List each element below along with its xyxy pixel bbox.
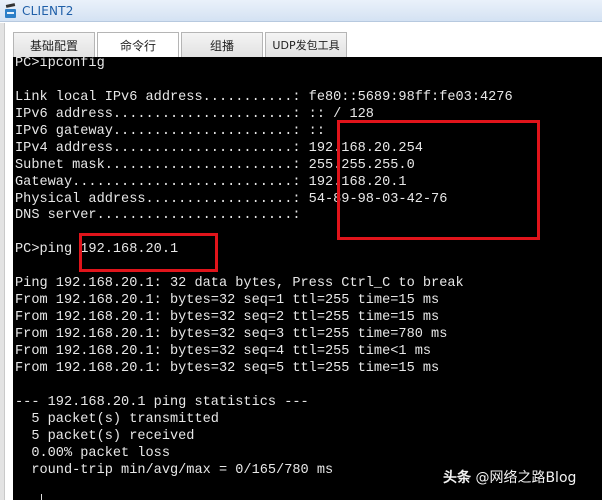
console-cursor <box>41 494 42 500</box>
console-line: PC>ipconfig <box>15 57 105 71</box>
console-line: 5 packet(s) received <box>15 428 195 444</box>
console-line: 0.00% packet loss <box>15 445 170 461</box>
console-line: From 192.168.20.1: bytes=32 seq=3 ttl=25… <box>15 327 448 342</box>
window-left-border <box>0 23 5 500</box>
console-line: From 192.168.20.1: bytes=32 seq=2 ttl=25… <box>15 310 440 326</box>
command-console[interactable]: PC>ipconfig Link local IPv6 address.....… <box>13 57 602 500</box>
watermark: 头条 @网络之路Blog <box>443 467 576 487</box>
console-line: round-trip min/avg/max = 0/165/780 ms <box>15 462 334 478</box>
console-line: From 192.168.20.1: bytes=32 seq=1 ttl=25… <box>15 293 440 309</box>
tab-udp-tool[interactable]: UDP发包工具 <box>265 32 347 57</box>
console-line: --- 192.168.20.1 ping statistics --- <box>15 394 309 410</box>
ping-target-highlight <box>79 233 218 272</box>
ipconfig-values-highlight <box>337 120 540 240</box>
tab-bar: 基础配置 命令行 组播 UDP发包工具 <box>13 32 349 57</box>
console-line: From 192.168.20.1: bytes=32 seq=4 ttl=25… <box>15 343 432 359</box>
watermark-handle: @网络之路Blog <box>475 470 577 486</box>
tab-basic-config[interactable]: 基础配置 <box>13 32 95 57</box>
watermark-brand: 头条 <box>443 470 471 486</box>
window-titlebar: CLIENT2 <box>0 0 602 22</box>
console-line: Ping 192.168.20.1: 32 data bytes, Press … <box>15 276 464 292</box>
window-title: CLIENT2 <box>22 3 74 18</box>
console-line: From 192.168.20.1: bytes=32 seq=5 ttl=25… <box>15 360 440 376</box>
console-line: Link local IPv6 address...........: fe80… <box>15 89 513 105</box>
client-pc-icon <box>4 2 18 19</box>
console-line: 5 packet(s) transmitted <box>15 411 219 427</box>
tab-command-line[interactable]: 命令行 <box>97 32 179 57</box>
tab-multicast[interactable]: 组播 <box>181 32 263 57</box>
